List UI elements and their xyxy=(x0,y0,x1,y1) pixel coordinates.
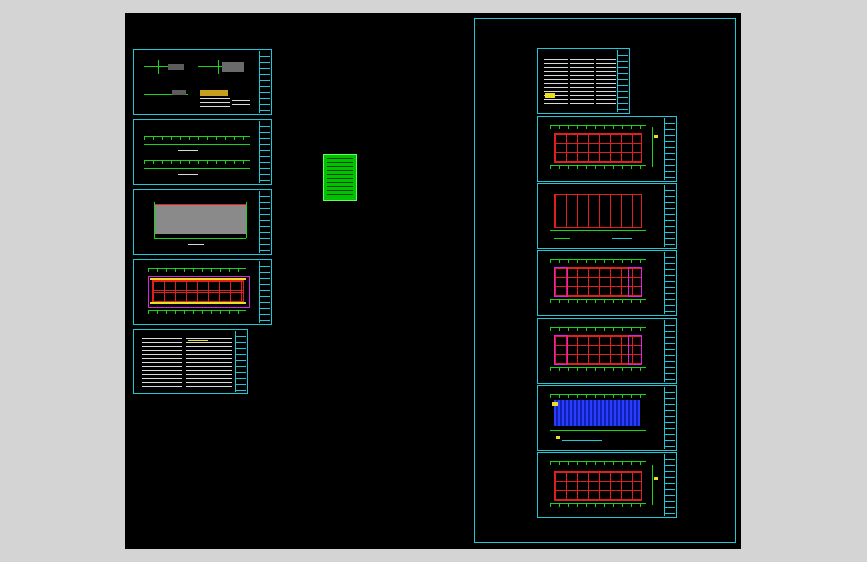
sheet-content xyxy=(542,390,662,446)
title-block xyxy=(664,185,675,247)
sheet-content xyxy=(542,457,662,513)
title-block xyxy=(235,331,246,392)
title-block xyxy=(664,454,675,516)
sheet-bracing-plan-2[interactable] xyxy=(537,318,677,384)
sheet-wall-framing[interactable] xyxy=(537,452,677,518)
sheet-notes-table[interactable] xyxy=(133,329,248,394)
sheet-purlin-layout[interactable] xyxy=(537,385,677,451)
sheet-content xyxy=(138,334,233,390)
sheet-column-layout-plan[interactable] xyxy=(537,183,677,249)
sheet-content xyxy=(138,124,257,180)
legend-rows xyxy=(327,158,353,197)
sheet-content xyxy=(542,323,662,379)
title-block xyxy=(617,50,628,112)
title-block xyxy=(664,118,675,180)
title-block xyxy=(259,121,270,183)
sheet-section-details[interactable] xyxy=(133,49,272,115)
layer-legend-table[interactable] xyxy=(323,154,357,201)
sheet-content xyxy=(542,188,662,244)
title-block xyxy=(664,320,675,382)
cad-application-window: { "app": { "background_color": "#d4d4d4"… xyxy=(0,0,867,562)
title-block xyxy=(259,191,270,253)
sheet-content xyxy=(138,194,257,250)
sheet-content xyxy=(542,255,662,311)
title-block xyxy=(259,51,270,113)
title-block xyxy=(259,261,270,323)
sheet-bracing-plan-1[interactable] xyxy=(537,250,677,316)
drawing-canvas[interactable] xyxy=(125,13,741,549)
title-block xyxy=(664,387,675,449)
sheet-design-notes[interactable] xyxy=(537,48,630,114)
sheet-content xyxy=(138,54,257,110)
sheet-content xyxy=(542,121,662,177)
sheet-elevations[interactable] xyxy=(133,119,272,185)
sheet-floor-plan[interactable] xyxy=(133,259,272,325)
sheet-foundation-plan[interactable] xyxy=(133,189,272,255)
sheet-roof-framing-plan[interactable] xyxy=(537,116,677,182)
title-block xyxy=(664,252,675,314)
sheet-content xyxy=(138,264,257,320)
sheet-content xyxy=(542,53,616,109)
